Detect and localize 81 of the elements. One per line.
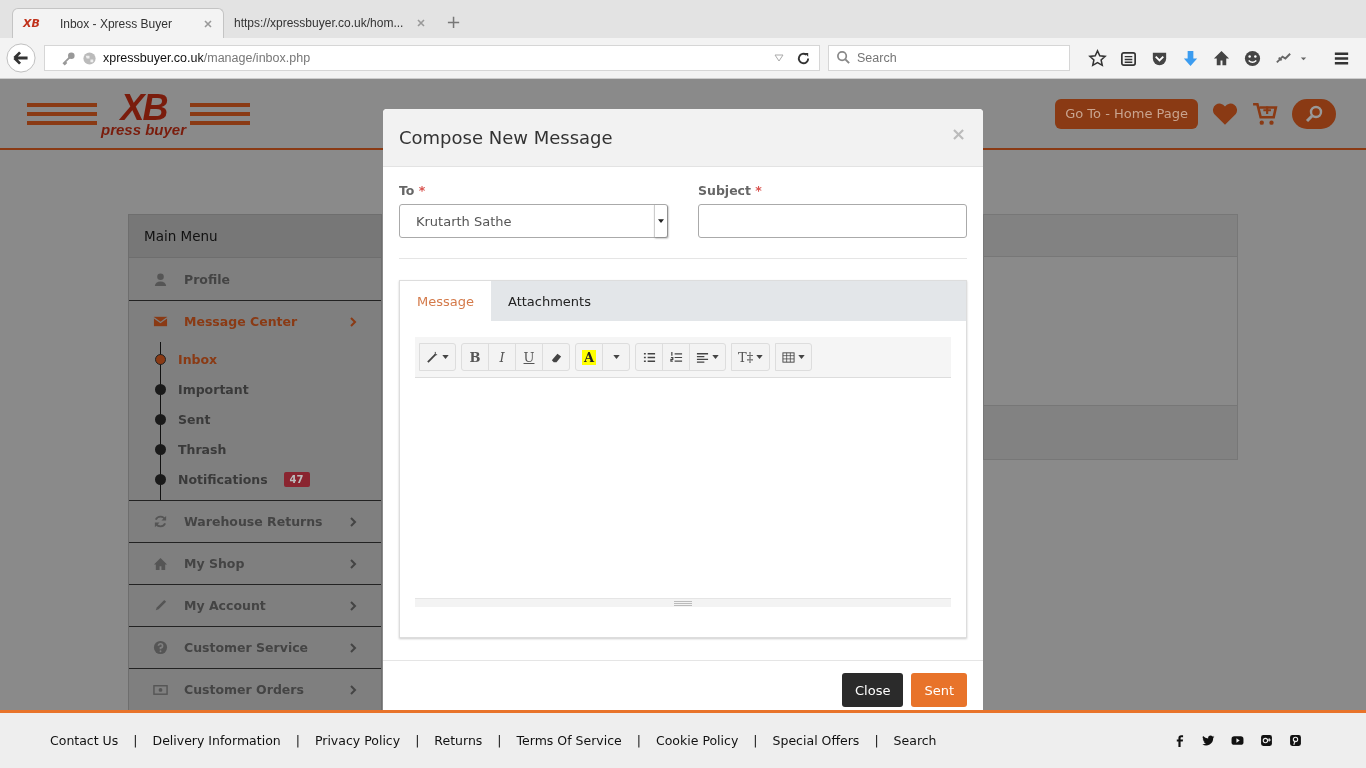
home-page-button[interactable]: Go To - Home Page [1055, 98, 1198, 129]
caret-icon [612, 355, 620, 359]
refresh-icon [153, 514, 168, 529]
separator: | [753, 733, 758, 748]
subject-field[interactable] [698, 204, 967, 238]
separator: | [874, 733, 879, 748]
field-label: To * [399, 183, 427, 198]
pencil-icon [153, 598, 168, 613]
close-icon[interactable] [203, 18, 213, 29]
footer-link[interactable]: Returns [434, 733, 483, 748]
new-tab-button[interactable]: + [436, 11, 462, 38]
reload-icon[interactable] [796, 50, 811, 66]
bullets-button[interactable] [635, 343, 664, 371]
numbers-button[interactable] [662, 343, 691, 371]
search-field[interactable]: Search [828, 45, 1070, 71]
star-icon[interactable] [1088, 48, 1107, 68]
home-icon [153, 556, 168, 571]
format-button[interactable]: T‡ [731, 343, 771, 371]
google-plus-icon[interactable] [1260, 734, 1273, 747]
chevron-right-icon [349, 316, 357, 327]
align-left-icon [696, 350, 710, 364]
home-icon[interactable] [1212, 48, 1231, 68]
count-badge: 47 [283, 471, 310, 487]
numbered-list-icon [669, 350, 683, 364]
modal-title: Compose New Message [399, 127, 613, 148]
resize-handle[interactable] [415, 598, 951, 607]
chevron-right-icon [349, 600, 357, 611]
chevron-right-icon [349, 642, 357, 653]
separator: | [133, 733, 138, 748]
caret-icon [658, 219, 664, 223]
format-button[interactable]: U [515, 343, 543, 371]
separator: | [636, 733, 641, 748]
video-icon[interactable] [1231, 734, 1244, 747]
back-icon[interactable] [6, 43, 36, 73]
footer-link[interactable]: Privacy Policy [314, 733, 401, 748]
question-icon [153, 640, 168, 655]
twitter-icon[interactable] [1202, 734, 1215, 747]
browser-tab[interactable]: XB Inbox - Xpress Buyer [12, 8, 224, 38]
separator: | [415, 733, 420, 748]
table-button[interactable] [775, 343, 813, 371]
field-label: Subject * [698, 183, 763, 198]
align-button[interactable] [689, 343, 727, 371]
table-icon [782, 350, 796, 364]
caret-icon [712, 355, 720, 359]
separator: | [295, 733, 300, 748]
footer-link[interactable]: Cookie Policy [656, 733, 739, 748]
search-icon [836, 50, 851, 65]
browser-tab[interactable]: https://xpressbuyer.co.uk/hom... [224, 8, 436, 38]
smiley-icon[interactable] [1243, 48, 1262, 68]
user-icon [153, 271, 168, 287]
tab[interactable]: Attachments [491, 281, 608, 321]
caret-icon [798, 355, 806, 359]
envelope-icon [153, 314, 168, 329]
footer-link[interactable]: Terms Of Service [516, 733, 622, 748]
favicon: XB [23, 17, 40, 30]
footer-link[interactable]: Contact Us [50, 733, 119, 748]
footer-link[interactable]: Special Offers [772, 733, 860, 748]
separator: | [497, 733, 502, 748]
wand-icon [426, 350, 439, 364]
magic-button[interactable] [419, 343, 456, 371]
caret-icon [756, 355, 764, 359]
footer-link[interactable]: Delivery Information [152, 733, 281, 748]
footer-link[interactable]: Search [893, 733, 937, 748]
recipient-select[interactable]: Krutarth Sathe [399, 204, 668, 238]
banknote-icon [153, 682, 168, 697]
format-button[interactable]: A [575, 343, 604, 371]
sidebar-title: Main Menu [129, 215, 381, 258]
bullet-list-icon [642, 350, 656, 364]
search-icon [1304, 103, 1324, 124]
format-button[interactable]: B [461, 343, 489, 371]
close-button[interactable]: Close [842, 673, 904, 707]
chevron-right-icon [349, 516, 357, 527]
globe-icon [82, 50, 97, 66]
format-button[interactable]: I [488, 343, 516, 371]
pinterest-icon[interactable] [1289, 734, 1302, 747]
eraser-button[interactable] [542, 343, 570, 371]
chevron-right-icon [349, 558, 357, 569]
caret-icon [442, 355, 449, 359]
search-button[interactable] [1292, 98, 1336, 129]
chevron-right-icon [349, 684, 357, 695]
key-icon [61, 50, 76, 66]
